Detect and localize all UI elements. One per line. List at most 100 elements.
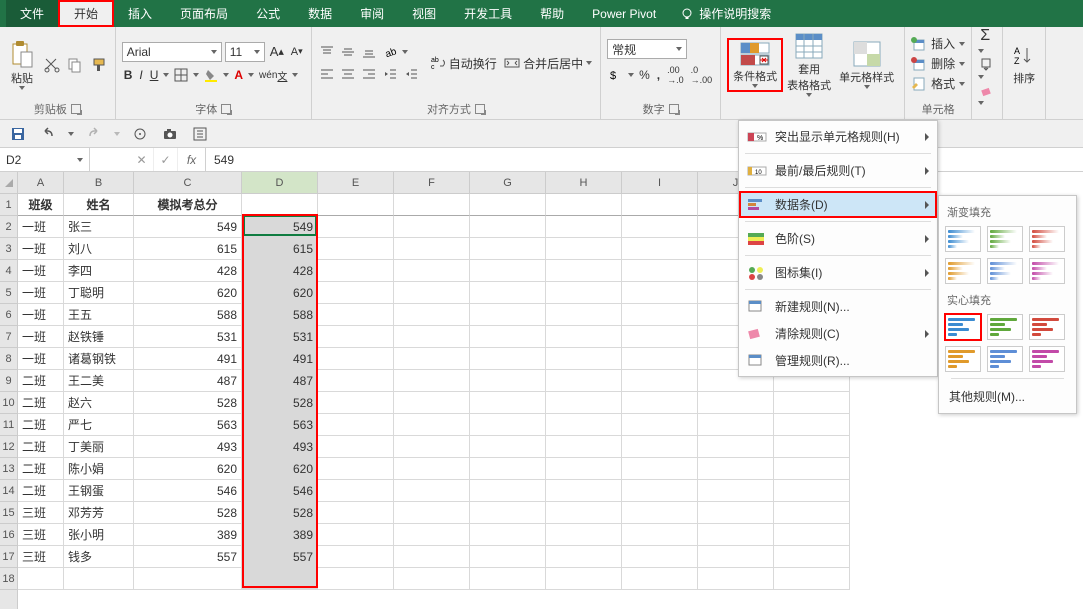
col-header-G[interactable]: G [470, 172, 546, 194]
cell[interactable] [394, 326, 470, 348]
menu-color-scales[interactable]: 色阶(S) [739, 225, 937, 252]
orientation-button[interactable]: ab [381, 43, 399, 61]
cell[interactable]: 一班 [18, 326, 64, 348]
cell[interactable] [470, 282, 546, 304]
cell[interactable]: 王钢蛋 [64, 480, 134, 502]
menu-manage-rules[interactable]: 管理规则(R)... [739, 347, 937, 374]
cell[interactable]: 487 [242, 370, 318, 392]
menu-clear-rules[interactable]: 清除规则(C) [739, 320, 937, 347]
row-header-7[interactable]: 7 [0, 326, 17, 348]
databar-swatch[interactable] [987, 314, 1023, 340]
tab-page-layout[interactable]: 页面布局 [166, 0, 242, 27]
databar-swatch[interactable] [945, 226, 981, 252]
cell[interactable] [546, 260, 622, 282]
insert-function-button[interactable]: fx [178, 148, 206, 171]
cell[interactable] [546, 348, 622, 370]
cell[interactable] [622, 524, 698, 546]
cell[interactable] [470, 326, 546, 348]
menu-icon-sets[interactable]: 图标集(I) [739, 259, 937, 286]
cut-button[interactable] [42, 55, 62, 75]
cell[interactable]: 刘八 [64, 238, 134, 260]
accounting-format-button[interactable]: $ [607, 66, 625, 84]
format-as-table-button[interactable]: 套用 表格格式 [783, 31, 835, 99]
menu-highlight-rules[interactable]: %突出显示单元格规则(H) [739, 123, 937, 150]
cell[interactable] [622, 370, 698, 392]
cell[interactable]: 563 [242, 414, 318, 436]
cell[interactable] [546, 194, 622, 216]
increase-indent-button[interactable] [402, 65, 420, 83]
clear-button[interactable] [978, 81, 996, 99]
cell[interactable] [622, 414, 698, 436]
cell[interactable] [318, 458, 394, 480]
cell[interactable]: 549 [242, 216, 318, 238]
cell[interactable] [394, 304, 470, 326]
databar-swatch[interactable] [1029, 314, 1065, 340]
cell[interactable] [318, 392, 394, 414]
cell[interactable] [470, 260, 546, 282]
row-header-1[interactable]: 1 [0, 194, 17, 216]
cell[interactable] [622, 568, 698, 590]
font-dialog-launcher[interactable] [221, 104, 231, 114]
font-name-combo[interactable]: Arial [122, 42, 222, 62]
databar-swatch[interactable] [1029, 258, 1065, 284]
cell[interactable] [622, 282, 698, 304]
cell[interactable] [622, 216, 698, 238]
cell[interactable] [546, 458, 622, 480]
cell[interactable] [698, 502, 774, 524]
cell[interactable] [470, 436, 546, 458]
cell[interactable]: 一班 [18, 216, 64, 238]
cell[interactable] [318, 260, 394, 282]
cell[interactable]: 620 [242, 458, 318, 480]
cell[interactable] [470, 524, 546, 546]
cell[interactable]: 531 [134, 326, 242, 348]
cell[interactable] [470, 414, 546, 436]
row-header-14[interactable]: 14 [0, 480, 17, 502]
cell[interactable] [774, 458, 850, 480]
cell[interactable] [470, 458, 546, 480]
row-header-17[interactable]: 17 [0, 546, 17, 568]
cell[interactable] [394, 480, 470, 502]
col-header-C[interactable]: C [134, 172, 242, 194]
cell[interactable] [470, 392, 546, 414]
cell[interactable] [698, 568, 774, 590]
clipboard-dialog-launcher[interactable] [71, 104, 81, 114]
cell[interactable]: 428 [134, 260, 242, 282]
undo-button[interactable] [38, 124, 58, 144]
cell[interactable]: 528 [134, 392, 242, 414]
cell[interactable] [622, 480, 698, 502]
cell[interactable] [698, 524, 774, 546]
cell[interactable]: 588 [134, 304, 242, 326]
cell[interactable] [394, 436, 470, 458]
cell[interactable]: 389 [134, 524, 242, 546]
cell[interactable] [470, 568, 546, 590]
enter-formula-button[interactable]: ✓ [154, 148, 178, 171]
align-left-button[interactable] [318, 65, 336, 83]
cell[interactable] [394, 392, 470, 414]
cell[interactable]: 549 [134, 216, 242, 238]
row-header-15[interactable]: 15 [0, 502, 17, 524]
cell[interactable] [64, 568, 134, 590]
databar-swatch[interactable] [945, 314, 981, 340]
databar-swatch[interactable] [945, 346, 981, 372]
format-painter-button[interactable] [89, 55, 109, 75]
copy-button[interactable] [65, 55, 85, 75]
cell[interactable] [774, 546, 850, 568]
cell[interactable]: 二班 [18, 436, 64, 458]
row-header-5[interactable]: 5 [0, 282, 17, 304]
cell[interactable] [698, 414, 774, 436]
cell[interactable] [470, 194, 546, 216]
cell[interactable] [622, 458, 698, 480]
col-header-A[interactable]: A [18, 172, 64, 194]
cell[interactable] [698, 480, 774, 502]
tab-view[interactable]: 视图 [398, 0, 450, 27]
tab-developer[interactable]: 开发工具 [450, 0, 526, 27]
cell[interactable] [134, 568, 242, 590]
save-button[interactable] [8, 124, 28, 144]
cell[interactable] [470, 480, 546, 502]
cell[interactable] [622, 326, 698, 348]
databar-swatch[interactable] [987, 346, 1023, 372]
cell[interactable] [470, 304, 546, 326]
cell[interactable] [698, 458, 774, 480]
cell[interactable] [546, 216, 622, 238]
tab-data[interactable]: 数据 [294, 0, 346, 27]
